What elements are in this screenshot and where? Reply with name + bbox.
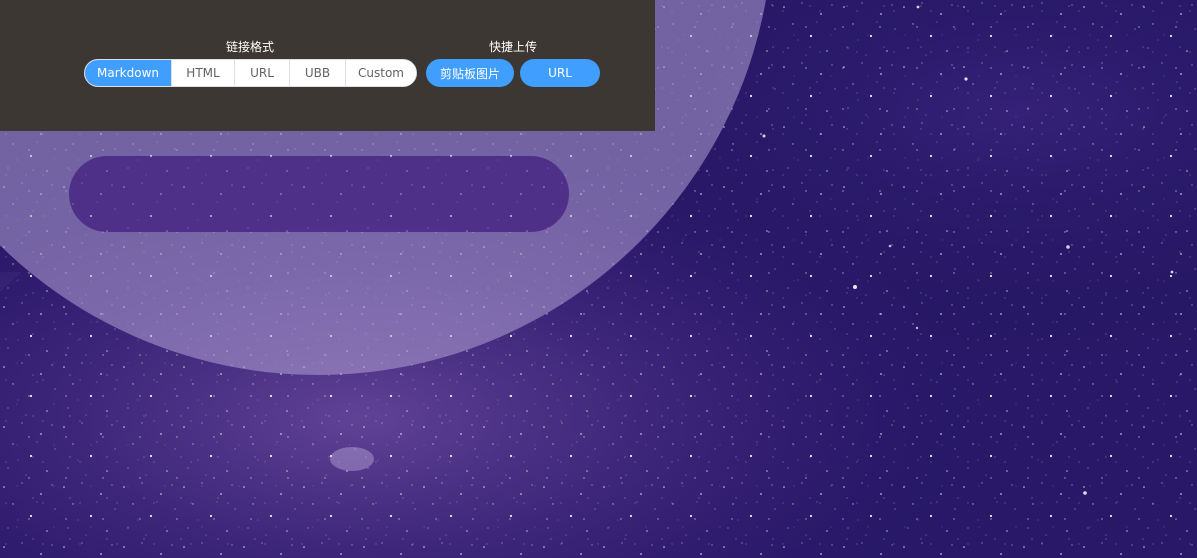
format-option-custom[interactable]: Custom: [345, 60, 416, 86]
link-format-selector: Markdown HTML URL UBB Custom: [84, 59, 417, 87]
clipboard-upload-button[interactable]: 剪贴板图片: [426, 59, 514, 87]
quick-upload-title: 快捷上传: [488, 40, 537, 54]
format-option-ubb[interactable]: UBB: [289, 60, 345, 86]
format-option-markdown[interactable]: Markdown: [85, 60, 171, 86]
url-upload-button[interactable]: URL: [520, 59, 600, 87]
format-option-url[interactable]: URL: [234, 60, 289, 86]
link-format-title: 链接格式: [225, 40, 274, 54]
format-option-html[interactable]: HTML: [171, 60, 234, 86]
top-control-panel: 链接格式 Markdown HTML URL UBB Custom 快捷上传 剪…: [0, 0, 655, 131]
